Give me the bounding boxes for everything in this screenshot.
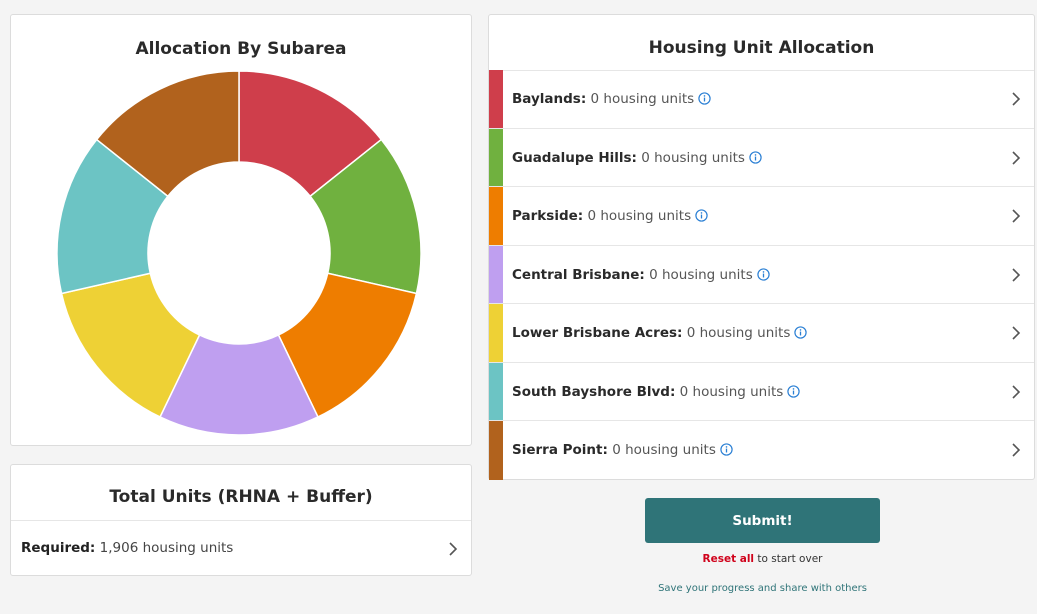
chart-title: Allocation By Subarea: [135, 39, 347, 59]
subarea-name: Guadalupe Hills:: [512, 149, 637, 166]
allocation-item-text: South Bayshore Blvd: 0 housing units: [512, 383, 801, 400]
total-units-panel: Total Units (RHNA + Buffer) Required: 1,…: [10, 464, 472, 576]
save-progress-link[interactable]: Save your progress and share with others: [600, 583, 925, 594]
allocation-item-parkside[interactable]: Parkside: 0 housing units: [489, 187, 1034, 246]
subarea-name: South Bayshore Blvd:: [512, 383, 676, 400]
subarea-units: 0 housing units: [679, 383, 784, 400]
chevron-right-icon: [1012, 443, 1021, 457]
allocation-item-baylands[interactable]: Baylands: 0 housing units: [489, 70, 1034, 129]
subarea-name: Central Brisbane:: [512, 266, 645, 283]
subarea-color-swatch: [489, 421, 503, 480]
subarea-name: Lower Brisbane Acres:: [512, 325, 683, 341]
info-circle-icon[interactable]: [698, 92, 711, 105]
allocation-item-south-bayshore-blvd[interactable]: South Bayshore Blvd: 0 housing units: [489, 362, 1034, 421]
subarea-color-swatch: [489, 70, 503, 128]
subarea-color-swatch: [489, 187, 503, 245]
required-units-text: Required: 1,906 housing units: [21, 540, 233, 556]
info-circle-icon[interactable]: [794, 326, 808, 339]
reset-suffix-text: to start over: [754, 553, 823, 565]
required-value: 1,906 housing units: [99, 540, 234, 556]
subarea-units: 0 housing units: [649, 266, 753, 283]
chevron-right-icon: [1012, 267, 1021, 282]
subarea-color-swatch: [489, 245, 503, 303]
chevron-right-icon: [1012, 209, 1021, 223]
subarea-name: Parkside:: [512, 208, 584, 224]
allocation-item-text: Guadalupe Hills: 0 housing units: [512, 150, 762, 166]
chevron-right-icon: [1012, 384, 1021, 399]
allocation-item-text: Parkside: 0 housing units: [512, 208, 708, 224]
info-circle-icon[interactable]: [720, 443, 733, 456]
subarea-name: Sierra Point:: [512, 442, 608, 458]
allocation-item-text: Central Brisbane: 0 housing units: [512, 267, 770, 283]
reset-all-link[interactable]: Reset all: [703, 553, 755, 565]
chevron-right-icon: [449, 542, 458, 556]
allocation-item-text: Lower Brisbane Acres: 0 housing units: [512, 325, 808, 341]
subarea-units: 0 housing units: [612, 442, 716, 458]
subarea-units: 0 housing units: [686, 325, 791, 341]
allocation-list: Baylands: 0 housing units Guadalupe Hills…: [489, 70, 1034, 480]
subarea-name: Baylands:: [512, 91, 587, 107]
required-units-row[interactable]: Required: 1,906 housing units: [11, 521, 471, 577]
allocation-chart-panel: Allocation By Subarea: [10, 14, 472, 446]
allocation-item-text: Baylands: 0 housing units: [512, 91, 711, 107]
chevron-right-icon: [1012, 326, 1021, 340]
allocation-item-guadalupe-hills[interactable]: Guadalupe Hills: 0 housing units: [489, 128, 1034, 187]
info-circle-icon[interactable]: [695, 209, 708, 222]
housing-allocation-panel: Housing Unit Allocation Baylands: 0 hous…: [488, 14, 1035, 480]
chevron-right-icon: [1012, 150, 1021, 165]
subarea-color-swatch: [489, 128, 503, 186]
info-circle-icon[interactable]: [749, 150, 762, 164]
submit-button[interactable]: Submit!: [645, 498, 880, 543]
info-circle-icon[interactable]: [757, 267, 770, 281]
housing-allocation-title: Housing Unit Allocation: [648, 38, 875, 58]
allocation-item-lower-brisbane-acres[interactable]: Lower Brisbane Acres: 0 housing units: [489, 304, 1034, 363]
allocation-item-central-brisbane[interactable]: Central Brisbane: 0 housing units: [489, 245, 1034, 304]
subarea-units: 0 housing units: [641, 149, 745, 166]
allocation-item-text: Sierra Point: 0 housing units: [512, 442, 733, 458]
subarea-units: 0 housing units: [587, 208, 692, 224]
chevron-right-icon: [1012, 92, 1021, 106]
subarea-units: 0 housing units: [590, 91, 695, 107]
info-circle-icon[interactable]: [787, 384, 801, 398]
allocation-item-sierra-point[interactable]: Sierra Point: 0 housing units: [489, 421, 1034, 480]
subarea-color-swatch: [489, 362, 503, 420]
allocation-donut-chart: [57, 71, 421, 435]
subarea-color-swatch: [489, 304, 503, 362]
total-units-title: Total Units (RHNA + Buffer): [109, 487, 373, 507]
required-label: Required:: [21, 540, 96, 556]
reset-line: Reset all to start over: [645, 553, 880, 565]
